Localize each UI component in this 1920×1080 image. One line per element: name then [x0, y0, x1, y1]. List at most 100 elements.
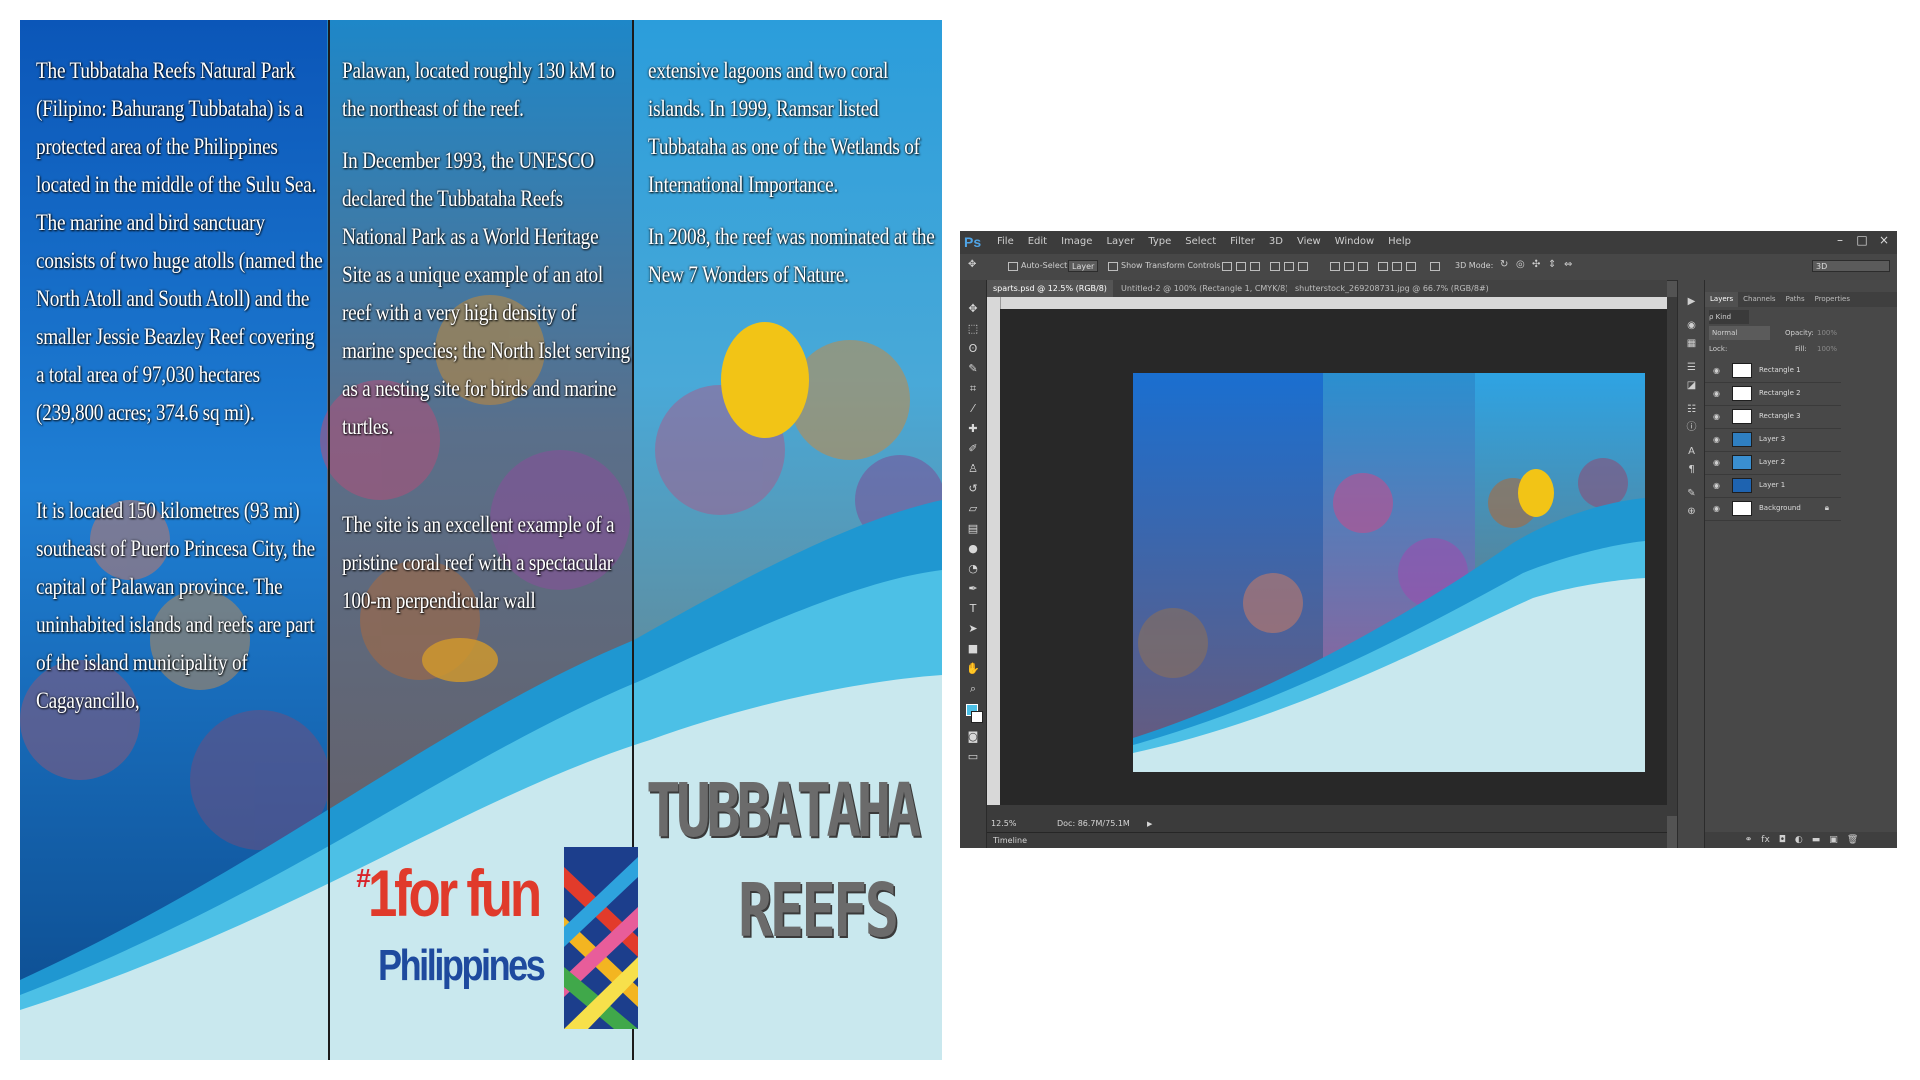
layer-row[interactable]: ◉ Rectangle 1: [1705, 360, 1841, 383]
styles-icon[interactable]: ◪: [1685, 380, 1698, 392]
distribute-middle-icon[interactable]: [1344, 262, 1354, 271]
visibility-eye-icon[interactable]: ◉: [1713, 504, 1720, 513]
menu-3d[interactable]: 3D: [1262, 236, 1290, 247]
align-middle-icon[interactable]: [1236, 262, 1246, 271]
3d-slide-icon[interactable]: ⇕: [1548, 259, 1556, 270]
layer-row[interactable]: ◉ Background 🔒︎: [1705, 498, 1841, 521]
menu-type[interactable]: Type: [1141, 236, 1178, 247]
timeline-tab[interactable]: Timeline: [993, 833, 1027, 848]
lasso-tool[interactable]: ʘ: [966, 342, 980, 356]
3d-scale-icon[interactable]: ⇔: [1564, 259, 1572, 270]
zoom-tool[interactable]: ⌕: [966, 682, 980, 696]
distribute-left-icon[interactable]: [1378, 262, 1388, 271]
workspace-dropdown[interactable]: 3D: [1812, 260, 1890, 272]
visibility-eye-icon[interactable]: ◉: [1713, 412, 1720, 421]
tab-properties[interactable]: Properties: [1810, 292, 1855, 307]
tab-layers[interactable]: Layers: [1705, 292, 1739, 307]
align-center-icon[interactable]: [1284, 262, 1294, 271]
eyedropper-tool[interactable]: ⁄: [966, 402, 980, 416]
distribute-top-icon[interactable]: [1330, 262, 1340, 271]
visibility-eye-icon[interactable]: ◉: [1713, 435, 1720, 444]
brush-presets-icon[interactable]: ✎: [1685, 488, 1698, 500]
status-arrow-icon[interactable]: ▶: [1147, 816, 1152, 832]
pen-tool[interactable]: ✒: [966, 582, 980, 596]
menu-image[interactable]: Image: [1054, 236, 1099, 247]
properties-icon[interactable]: ☷: [1685, 404, 1698, 416]
info-icon[interactable]: ⓘ: [1685, 422, 1698, 434]
menu-file[interactable]: File: [990, 236, 1021, 247]
screen-mode-icon[interactable]: ▭: [966, 750, 980, 764]
canvas-area[interactable]: [1000, 309, 1667, 805]
fill-value[interactable]: 100%: [1817, 342, 1837, 356]
tab-sparts[interactable]: sparts.psd @ 12.5% (RGB/8): [987, 280, 1113, 297]
distribute-center-icon[interactable]: [1392, 262, 1402, 271]
tab-shutterstock[interactable]: shutterstock_269208731.jpg @ 66.7% (RGB/…: [1289, 280, 1489, 297]
tab-untitled-2[interactable]: Untitled-2 @ 100% (Rectangle 1, CMYK/8): [1115, 280, 1287, 297]
zoom-level[interactable]: 12.5%: [991, 816, 1016, 832]
swatches-icon[interactable]: ▦: [1685, 338, 1698, 350]
menu-layer[interactable]: Layer: [1099, 236, 1141, 247]
link-layers-icon[interactable]: ⚭: [1745, 832, 1753, 848]
adjustments-icon[interactable]: ☰: [1685, 362, 1698, 374]
color-icon[interactable]: ◉: [1685, 320, 1698, 332]
3d-roll-icon[interactable]: ◎: [1516, 259, 1525, 270]
history-brush-tool[interactable]: ↺: [966, 482, 980, 496]
new-group-icon[interactable]: ▬: [1812, 832, 1821, 848]
crop-tool[interactable]: ⌗: [966, 382, 980, 396]
layer-row[interactable]: ◉ Layer 1: [1705, 475, 1841, 498]
blend-mode-dropdown[interactable]: Normal: [1709, 326, 1770, 340]
quick-mask-icon[interactable]: ◙: [966, 730, 980, 744]
auto-select-checkbox[interactable]: [1008, 262, 1018, 271]
auto-align-icon[interactable]: [1430, 262, 1440, 271]
brush-tool[interactable]: ✐: [966, 442, 980, 456]
paragraph-icon[interactable]: ¶: [1685, 464, 1698, 476]
eraser-tool[interactable]: ▱: [966, 502, 980, 516]
horizontal-scrollbar[interactable]: [987, 805, 1667, 816]
menu-edit[interactable]: Edit: [1021, 236, 1054, 247]
opacity-value[interactable]: 100%: [1817, 326, 1837, 340]
align-right-icon[interactable]: [1298, 262, 1308, 271]
minimize-button[interactable]: –: [1830, 233, 1850, 251]
rectangle-tool[interactable]: ■: [966, 642, 980, 656]
healing-brush-tool[interactable]: ✚: [966, 422, 980, 436]
hand-tool[interactable]: ✋: [966, 662, 980, 676]
menu-select[interactable]: Select: [1178, 236, 1223, 247]
layer-row[interactable]: ◉ Layer 3: [1705, 429, 1841, 452]
visibility-eye-icon[interactable]: ◉: [1713, 481, 1720, 490]
menu-view[interactable]: View: [1290, 236, 1328, 247]
distribute-right-icon[interactable]: [1406, 262, 1416, 271]
adjustment-layer-icon[interactable]: ◐: [1795, 832, 1803, 848]
blur-tool[interactable]: ●: [966, 542, 980, 556]
move-tool[interactable]: ✥: [966, 302, 980, 316]
clone-source-icon[interactable]: ⊕: [1685, 506, 1698, 518]
layer-kind-filter[interactable]: ρ Kind: [1709, 310, 1749, 324]
dodge-tool[interactable]: ◔: [966, 562, 980, 576]
layer-row[interactable]: ◉ Rectangle 3: [1705, 406, 1841, 429]
visibility-eye-icon[interactable]: ◉: [1713, 458, 1720, 467]
menu-filter[interactable]: Filter: [1223, 236, 1262, 247]
menu-help[interactable]: Help: [1381, 236, 1418, 247]
gradient-tool[interactable]: ▤: [966, 522, 980, 536]
background-color-swatch[interactable]: [971, 711, 983, 723]
layer-style-icon[interactable]: fx: [1761, 832, 1770, 848]
auto-select-dropdown[interactable]: Layer: [1068, 260, 1098, 272]
align-left-icon[interactable]: [1270, 262, 1280, 271]
delete-layer-icon[interactable]: 🗑︎: [1847, 832, 1858, 848]
move-tool-icon[interactable]: ✥: [968, 259, 976, 270]
character-icon[interactable]: A: [1685, 446, 1698, 458]
add-mask-icon[interactable]: ◘: [1779, 832, 1786, 848]
align-bottom-icon[interactable]: [1250, 262, 1260, 271]
visibility-eye-icon[interactable]: ◉: [1713, 389, 1720, 398]
clone-stamp-tool[interactable]: ♙: [966, 462, 980, 476]
new-layer-icon[interactable]: ▣: [1829, 832, 1838, 848]
maximize-button[interactable]: □: [1852, 233, 1872, 251]
layer-row[interactable]: ◉ Rectangle 2: [1705, 383, 1841, 406]
type-tool[interactable]: T: [966, 602, 980, 616]
3d-rotate-icon[interactable]: ↻: [1500, 259, 1508, 270]
tab-paths[interactable]: Paths: [1781, 292, 1810, 307]
path-select-tool[interactable]: ➤: [966, 622, 980, 636]
vertical-scrollbar[interactable]: [1667, 297, 1677, 816]
show-transform-checkbox[interactable]: [1108, 262, 1118, 271]
document-canvas[interactable]: [1133, 373, 1645, 772]
marquee-tool[interactable]: ⬚: [966, 322, 980, 336]
